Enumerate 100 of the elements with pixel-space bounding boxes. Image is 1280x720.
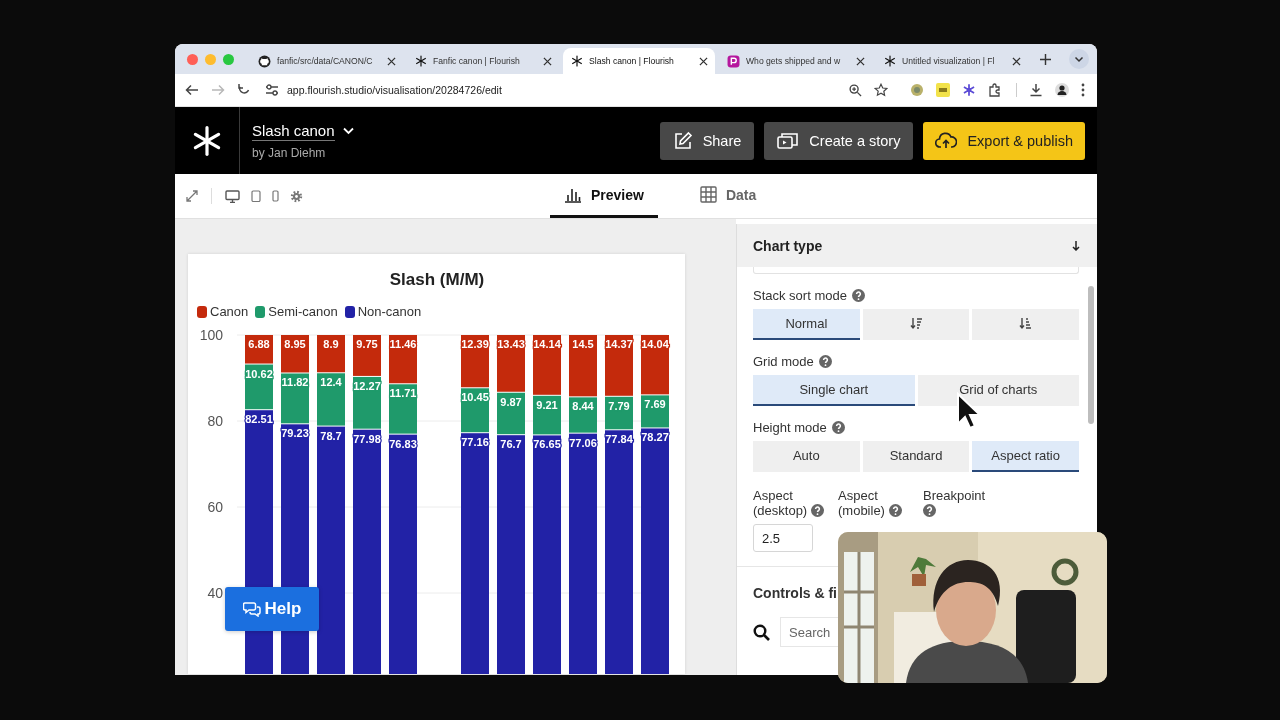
browser-tab[interactable]: Fanfic canon | Flourish: [407, 48, 559, 74]
help-icon[interactable]: [851, 289, 865, 302]
create-story-button[interactable]: Create a story: [764, 121, 914, 160]
close-icon[interactable]: [387, 56, 396, 66]
share-button[interactable]: Share: [659, 121, 755, 160]
cloud-upload-icon: [935, 131, 958, 150]
extension-icon[interactable]: [962, 83, 976, 97]
expand-icon[interactable]: [186, 190, 198, 202]
asterisk-logo-icon[interactable]: [191, 124, 223, 157]
help-button[interactable]: Help: [225, 587, 319, 631]
data-label: 10.45: [461, 391, 489, 404]
author-text: by Jan Diehm: [252, 145, 327, 160]
data-label: 6.88: [248, 338, 270, 350]
chart-title: Slash (M/M): [388, 270, 486, 290]
field-label: Breakpoint: [923, 488, 986, 503]
settings-icon[interactable]: [290, 189, 303, 203]
table-icon: [699, 186, 717, 203]
section-header[interactable]: Chart type: [737, 224, 1097, 267]
browser-tab[interactable]: fanfic/src/data/CANON/C: [250, 48, 403, 74]
puzzle-icon[interactable]: [988, 83, 1002, 97]
axis-tick-label: 60: [207, 499, 223, 515]
down-arrow-icon: [1072, 240, 1080, 251]
close-icon[interactable]: [856, 56, 865, 66]
site-settings-icon[interactable]: [265, 84, 279, 96]
sort-ascending-icon: [1019, 317, 1033, 330]
segment-option[interactable]: Grid of charts: [917, 375, 1079, 406]
view-tab[interactable]: Data: [685, 174, 771, 218]
segment-option[interactable]: Aspect ratio: [972, 441, 1079, 472]
slides-icon: [777, 131, 800, 150]
tab-title: Who gets shipped and w: [746, 56, 842, 66]
field-label: Grid mode: [753, 354, 814, 369]
data-label: 14.5: [572, 338, 594, 350]
github-icon: [258, 54, 271, 68]
url-text[interactable]: app.flourish.studio/visualisation/20284726/edit: [287, 84, 502, 96]
tablet-icon[interactable]: [251, 190, 261, 202]
data-label: 76.65: [533, 438, 561, 451]
close-icon[interactable]: [543, 56, 552, 66]
mobile-icon[interactable]: [272, 190, 279, 202]
more-icon[interactable]: [1081, 83, 1085, 97]
chat-bubbles-icon: [242, 601, 261, 617]
close-icon[interactable]: [1012, 56, 1021, 66]
data-label: 9.87: [500, 395, 522, 408]
star-icon[interactable]: [874, 83, 888, 97]
p-logo-icon: [727, 54, 740, 68]
back-arrow-icon[interactable]: [185, 83, 199, 97]
plus-icon[interactable]: [1040, 53, 1051, 65]
search-field[interactable]: Search: [780, 617, 838, 647]
help-icon[interactable]: [888, 504, 902, 517]
data-label: 77.16: [461, 436, 489, 449]
asterisk-icon: [571, 55, 583, 67]
export-publish-button[interactable]: Export & publish: [923, 121, 1085, 160]
segment-option[interactable]: Single chart: [753, 375, 915, 406]
help-icon[interactable]: [831, 421, 845, 434]
section-title: Chart type: [753, 237, 823, 254]
field-label: Aspect (desktop): [753, 488, 808, 518]
data-label: 14.04: [641, 338, 669, 350]
help-icon[interactable]: [818, 355, 832, 368]
data-label: 8.44: [572, 400, 594, 413]
number-input[interactable]: 2.5: [753, 524, 813, 552]
data-label: 76.83: [389, 437, 417, 450]
bar-segment: [317, 335, 345, 373]
legend-label: Semi-canon: [268, 304, 338, 319]
extension-icon[interactable]: [910, 83, 924, 97]
data-label: 11.71: [389, 387, 417, 400]
chevron-down-icon[interactable]: [342, 127, 354, 135]
legend-label: Non-canon: [357, 304, 422, 319]
data-label: 8.9: [323, 338, 339, 350]
legend-label: Canon: [210, 304, 249, 319]
data-label: 13.43: [497, 338, 525, 350]
scrollbar[interactable]: [1088, 286, 1094, 424]
download-icon[interactable]: [1029, 83, 1043, 97]
window-control-dot[interactable]: [223, 53, 234, 65]
window-control-dot[interactable]: [187, 53, 198, 65]
tab-title: Slash canon | Flourish: [589, 56, 675, 66]
reload-icon[interactable]: [237, 83, 251, 97]
extension-icon[interactable]: [936, 83, 950, 97]
field-label: Height mode: [753, 420, 827, 435]
project-title[interactable]: Slash canon: [252, 121, 335, 141]
data-label: 10.62: [245, 367, 273, 380]
desktop-icon[interactable]: [225, 189, 240, 203]
data-label: 7.79: [608, 399, 630, 412]
data-label: 11.46: [389, 338, 417, 350]
segment-option[interactable]: Standard: [862, 441, 970, 472]
zoom-icon[interactable]: [849, 83, 862, 97]
data-label: 77.06: [569, 436, 597, 449]
help-icon[interactable]: [923, 504, 936, 517]
help-icon[interactable]: [810, 504, 824, 517]
tab-title: Untitled visualization | Fl: [902, 56, 996, 66]
browser-tab[interactable]: Untitled visualization | Fl: [876, 48, 1028, 74]
browser-tab[interactable]: Slash canon | Flourish: [563, 48, 715, 74]
window-control-dot[interactable]: [205, 53, 216, 65]
profile-icon[interactable]: [1055, 83, 1069, 97]
segment-option[interactable]: Normal: [753, 309, 860, 340]
close-icon[interactable]: [699, 56, 708, 66]
data-label: 7.69: [644, 398, 666, 411]
data-label: 78.7: [320, 429, 342, 442]
data-label: 12.39: [461, 338, 489, 350]
bar-segment: [281, 335, 309, 373]
segment-option[interactable]: Auto: [753, 441, 860, 472]
browser-tab[interactable]: Who gets shipped and w: [719, 48, 872, 74]
